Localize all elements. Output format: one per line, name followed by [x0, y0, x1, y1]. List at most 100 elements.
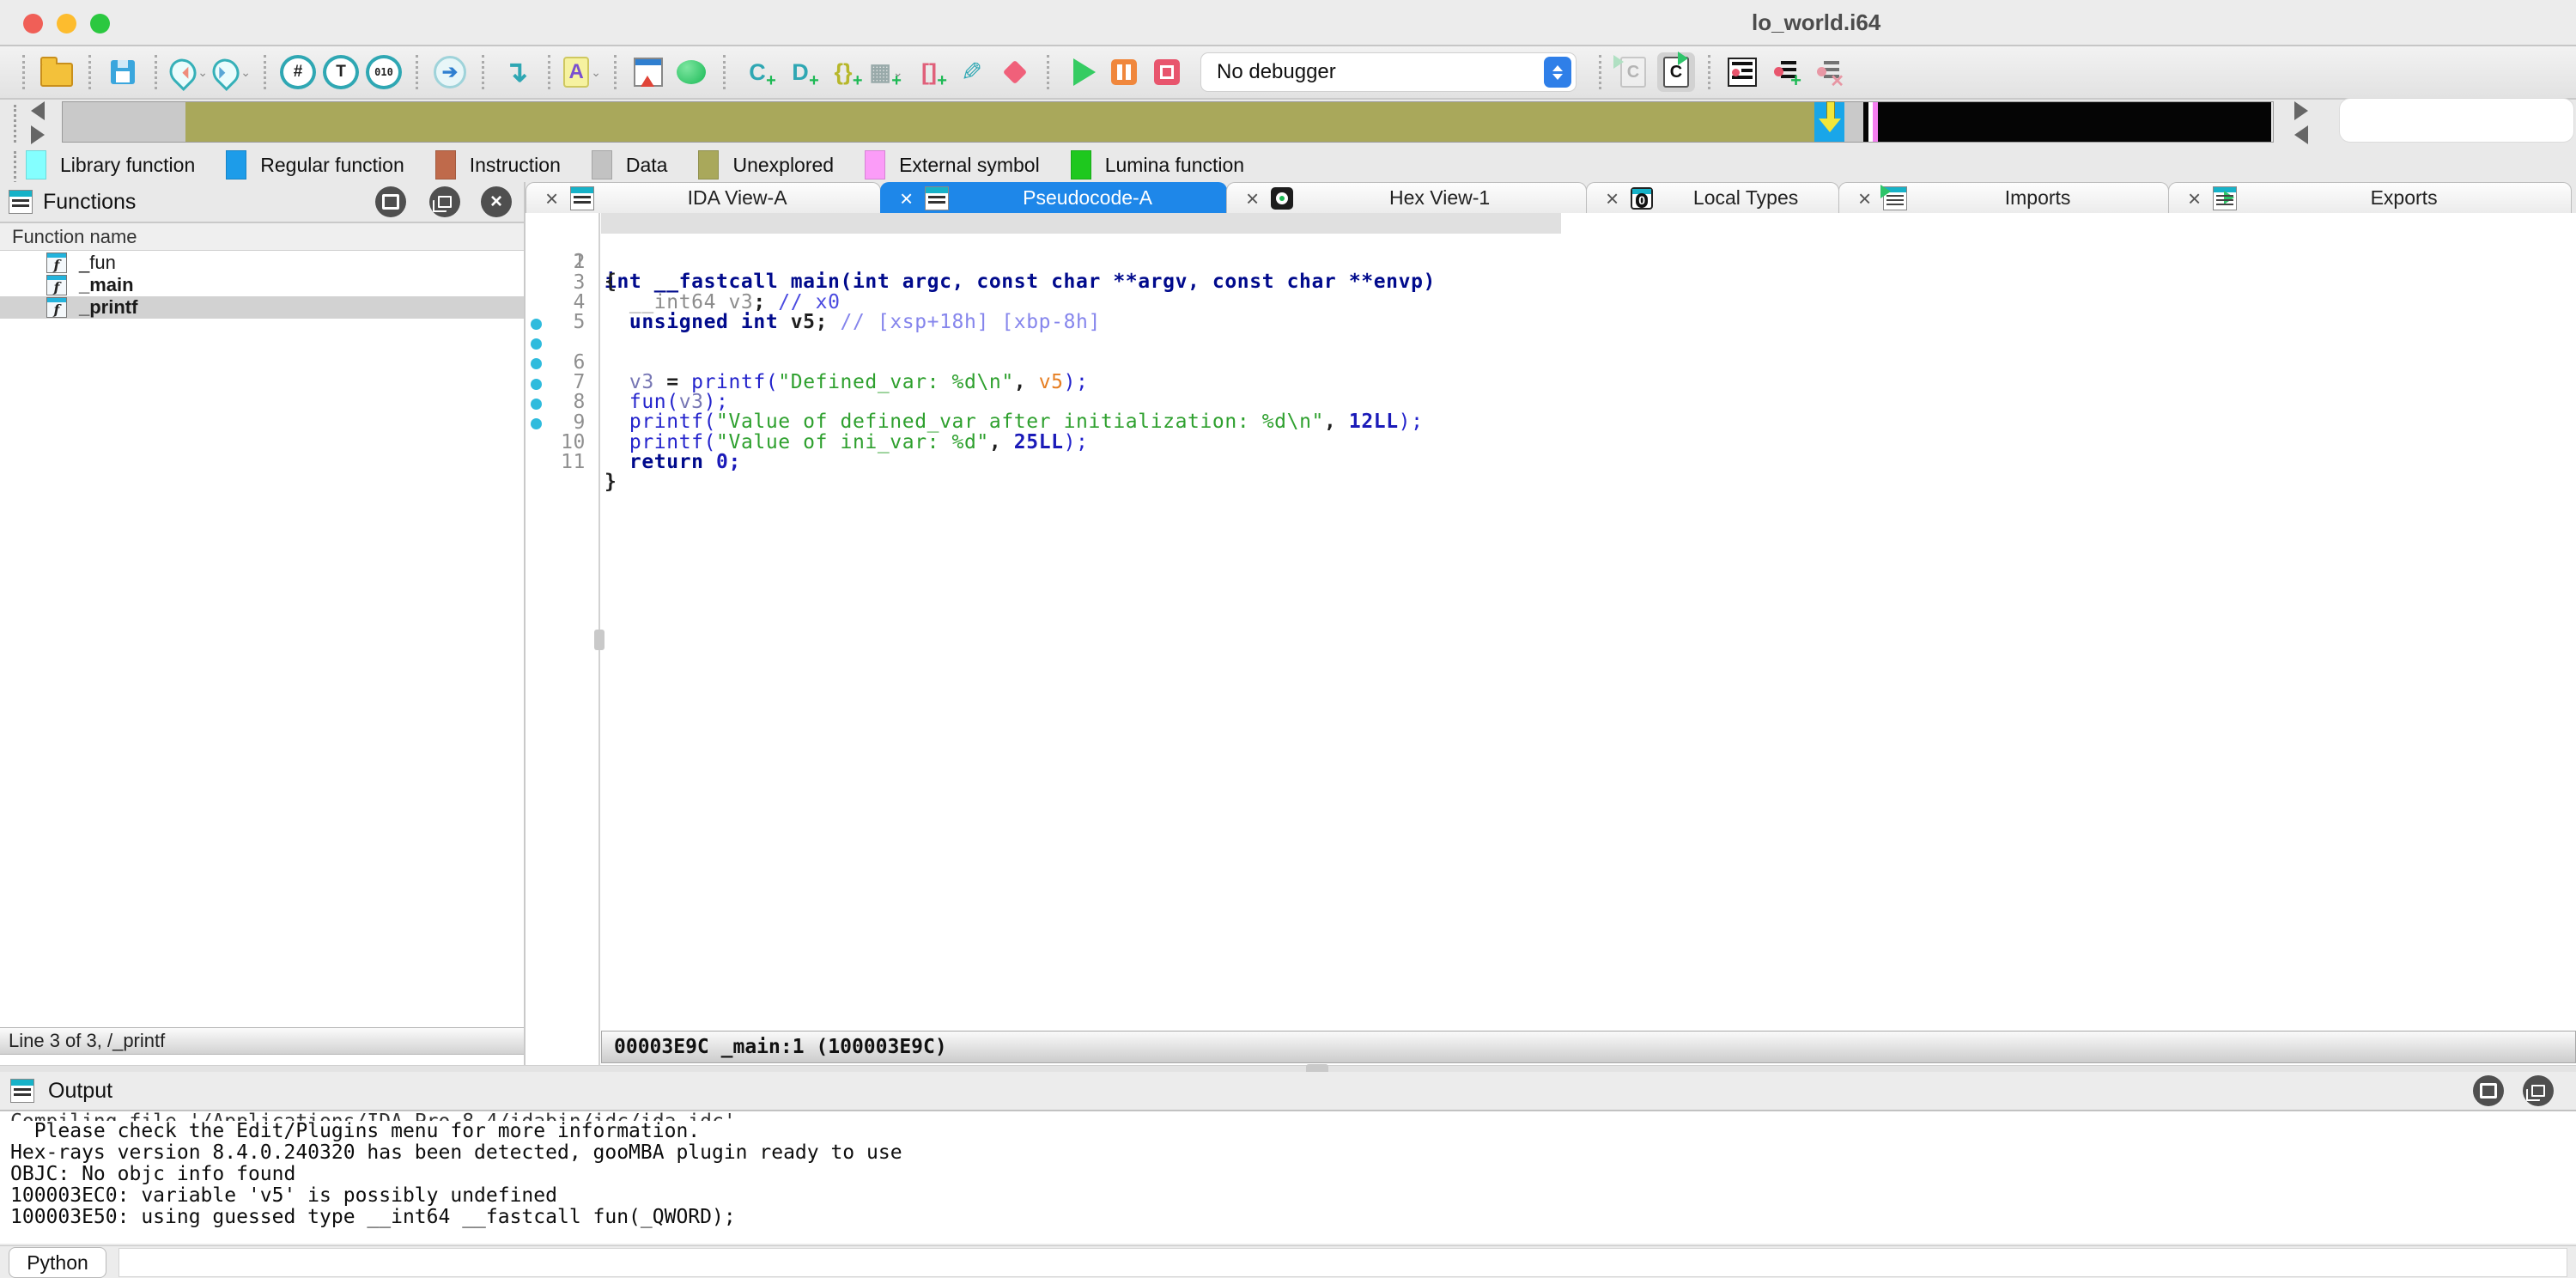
float-panel-button[interactable] — [429, 186, 460, 217]
close-tab-icon[interactable]: × — [1858, 187, 1871, 210]
edit-button[interactable]: ✎ — [953, 52, 991, 92]
code-line[interactable]: 10 return 0; — [526, 393, 2576, 414]
close-tab-icon[interactable]: × — [900, 187, 913, 210]
functions-panel-header[interactable]: Functions × — [0, 182, 524, 223]
jump-address-button[interactable]: ➔ — [431, 52, 469, 92]
line-bullet-icon[interactable] — [531, 379, 542, 390]
pseudocode-status-bar: 00003E9C _main:1 (100003E9C) — [601, 1031, 2576, 1063]
make-code-button[interactable]: C+ — [738, 52, 776, 92]
code-line[interactable]: 1 int __fastcall main(int argc, const ch… — [526, 213, 2576, 234]
search-box[interactable] — [2339, 98, 2574, 143]
code-line[interactable]: 6 v3 = printf("Defined_var: %d\n", v5); — [526, 313, 2576, 334]
column-header-function-name[interactable]: Function name — [0, 223, 524, 251]
breakpoint-add-button[interactable]: + — [1766, 52, 1804, 92]
tab-ida-view-a[interactable]: × IDA View-A — [526, 182, 881, 213]
make-array-button[interactable]: []+ — [910, 52, 948, 92]
tab-exports[interactable]: × Exports — [2168, 182, 2572, 213]
code-line[interactable]: 8 printf("Value of defined_var after ini… — [526, 353, 2576, 374]
save-file-button[interactable] — [104, 52, 142, 92]
make-number-button[interactable]: # — [279, 52, 317, 92]
function-row-selected[interactable]: f _printf — [0, 296, 524, 319]
toolbar-separator — [416, 55, 418, 89]
output-panel-header[interactable]: Output — [0, 1072, 2576, 1111]
toolbar-drag-handle[interactable] — [14, 105, 16, 143]
stop-process-button[interactable] — [1148, 52, 1186, 92]
band-segment-unexplored — [185, 102, 1814, 142]
make-binary-button[interactable]: 010 — [365, 52, 403, 92]
tab-local-types[interactable]: × 0 Local Types — [1586, 182, 1839, 213]
cli-language-button[interactable]: Python — [9, 1247, 106, 1278]
navband-left-arrows[interactable] — [31, 101, 45, 144]
make-struct-button[interactable]: {}+ — [824, 52, 862, 92]
quick-pseudocode-on-button[interactable]: C — [1657, 52, 1695, 92]
function-row[interactable]: f _main — [0, 274, 524, 296]
make-struct-icon: {}+ — [834, 61, 852, 84]
navband-right-arrows[interactable] — [2294, 101, 2308, 144]
debugger-select[interactable]: No debugger — [1200, 52, 1577, 92]
line-bullet-icon[interactable] — [531, 399, 542, 410]
code-line[interactable]: 11 } — [526, 413, 2576, 434]
line-bullet-icon[interactable] — [531, 338, 542, 350]
make-data-button[interactable]: D+ — [781, 52, 819, 92]
legend-item: Data — [592, 150, 668, 180]
code-line[interactable]: 2 { — [526, 233, 2576, 253]
line-bullet-icon[interactable] — [531, 319, 542, 330]
binary-icon: 010 — [366, 55, 402, 89]
lumina-button[interactable] — [672, 52, 710, 92]
line-bullet-icon[interactable] — [531, 358, 542, 369]
code-line[interactable]: 7 fun(v3); — [526, 333, 2576, 354]
start-process-button[interactable] — [1062, 52, 1100, 92]
close-tab-icon[interactable]: × — [2188, 187, 2201, 210]
make-text-button[interactable]: T — [322, 52, 360, 92]
float-output-button[interactable] — [2523, 1075, 2554, 1106]
open-file-button[interactable] — [38, 52, 76, 92]
cli-input[interactable] — [118, 1248, 2567, 1277]
select-stepper-icon — [1544, 57, 1571, 88]
ida-view-icon — [570, 186, 594, 210]
breakpoint-button[interactable] — [996, 52, 1034, 92]
function-icon: f — [46, 275, 67, 295]
close-tab-icon[interactable]: × — [1246, 187, 1259, 210]
breakpoint-list-icon — [1728, 58, 1757, 87]
code-line[interactable]: 5 — [526, 293, 2576, 313]
tab-imports[interactable]: × Imports — [1838, 182, 2169, 213]
pause-process-button[interactable] — [1105, 52, 1143, 92]
navigate-back-button[interactable]: ⌄ — [170, 52, 208, 92]
close-tab-icon[interactable]: × — [545, 187, 558, 210]
scroll-left-icon[interactable] — [31, 101, 45, 120]
make-enum-button[interactable]: ▦+⌄ — [867, 52, 905, 92]
maximize-panel-button[interactable] — [375, 186, 406, 217]
code-line[interactable]: 4 unsigned int v5; // [xsp+18h] [xbp-8h] — [526, 273, 2576, 294]
line-bullet-icon[interactable] — [531, 418, 542, 429]
breakpoint-add-icon: + — [1774, 59, 1796, 85]
library-function-swatch — [26, 150, 46, 180]
tab-hex-view-1[interactable]: × Hex View-1 — [1226, 182, 1587, 213]
code-line[interactable]: 3 __int64 v3; // x0 — [526, 253, 2576, 274]
jump-xref-button[interactable]: ↴ — [497, 52, 535, 92]
maximize-output-button[interactable] — [2473, 1075, 2504, 1106]
jump-arrow-icon: ➔ — [434, 56, 466, 88]
scroll-right-icon[interactable] — [31, 125, 45, 144]
minimize-window-button[interactable] — [57, 14, 76, 33]
close-panel-button[interactable]: × — [481, 186, 512, 217]
navigate-forward-button[interactable]: ⌄ — [213, 52, 251, 92]
close-window-button[interactable] — [23, 14, 43, 33]
zoom-window-button[interactable] — [90, 14, 110, 33]
demangled-names-button[interactable] — [629, 52, 667, 92]
scroll-left-icon[interactable] — [2294, 125, 2308, 144]
scroll-right-icon[interactable] — [2294, 101, 2308, 120]
text-icon: T — [323, 55, 359, 89]
c-file-run-icon: C — [1663, 57, 1689, 88]
code-line[interactable]: 9 printf("Value of ini_var: %d", 25LL); — [526, 374, 2576, 394]
function-row[interactable]: f _fun — [0, 252, 524, 274]
pseudocode-view[interactable]: 1 int __fastcall main(int argc, const ch… — [526, 213, 2576, 1065]
output-log[interactable]: Compiling file '/Applications/IDA Pro 8.… — [0, 1111, 2576, 1244]
tab-pseudocode-a[interactable]: × Pseudocode-A — [880, 182, 1227, 213]
set-colors-button[interactable]: A⌄ — [563, 52, 601, 92]
breakpoint-list-button[interactable] — [1723, 52, 1761, 92]
quick-pseudocode-off-button[interactable]: C — [1614, 52, 1652, 92]
gutter-splitter-handle[interactable] — [594, 630, 605, 650]
breakpoint-delete-button[interactable]: ✕ — [1809, 52, 1847, 92]
close-tab-icon[interactable]: × — [1606, 187, 1619, 210]
navigation-band[interactable] — [62, 101, 2274, 143]
